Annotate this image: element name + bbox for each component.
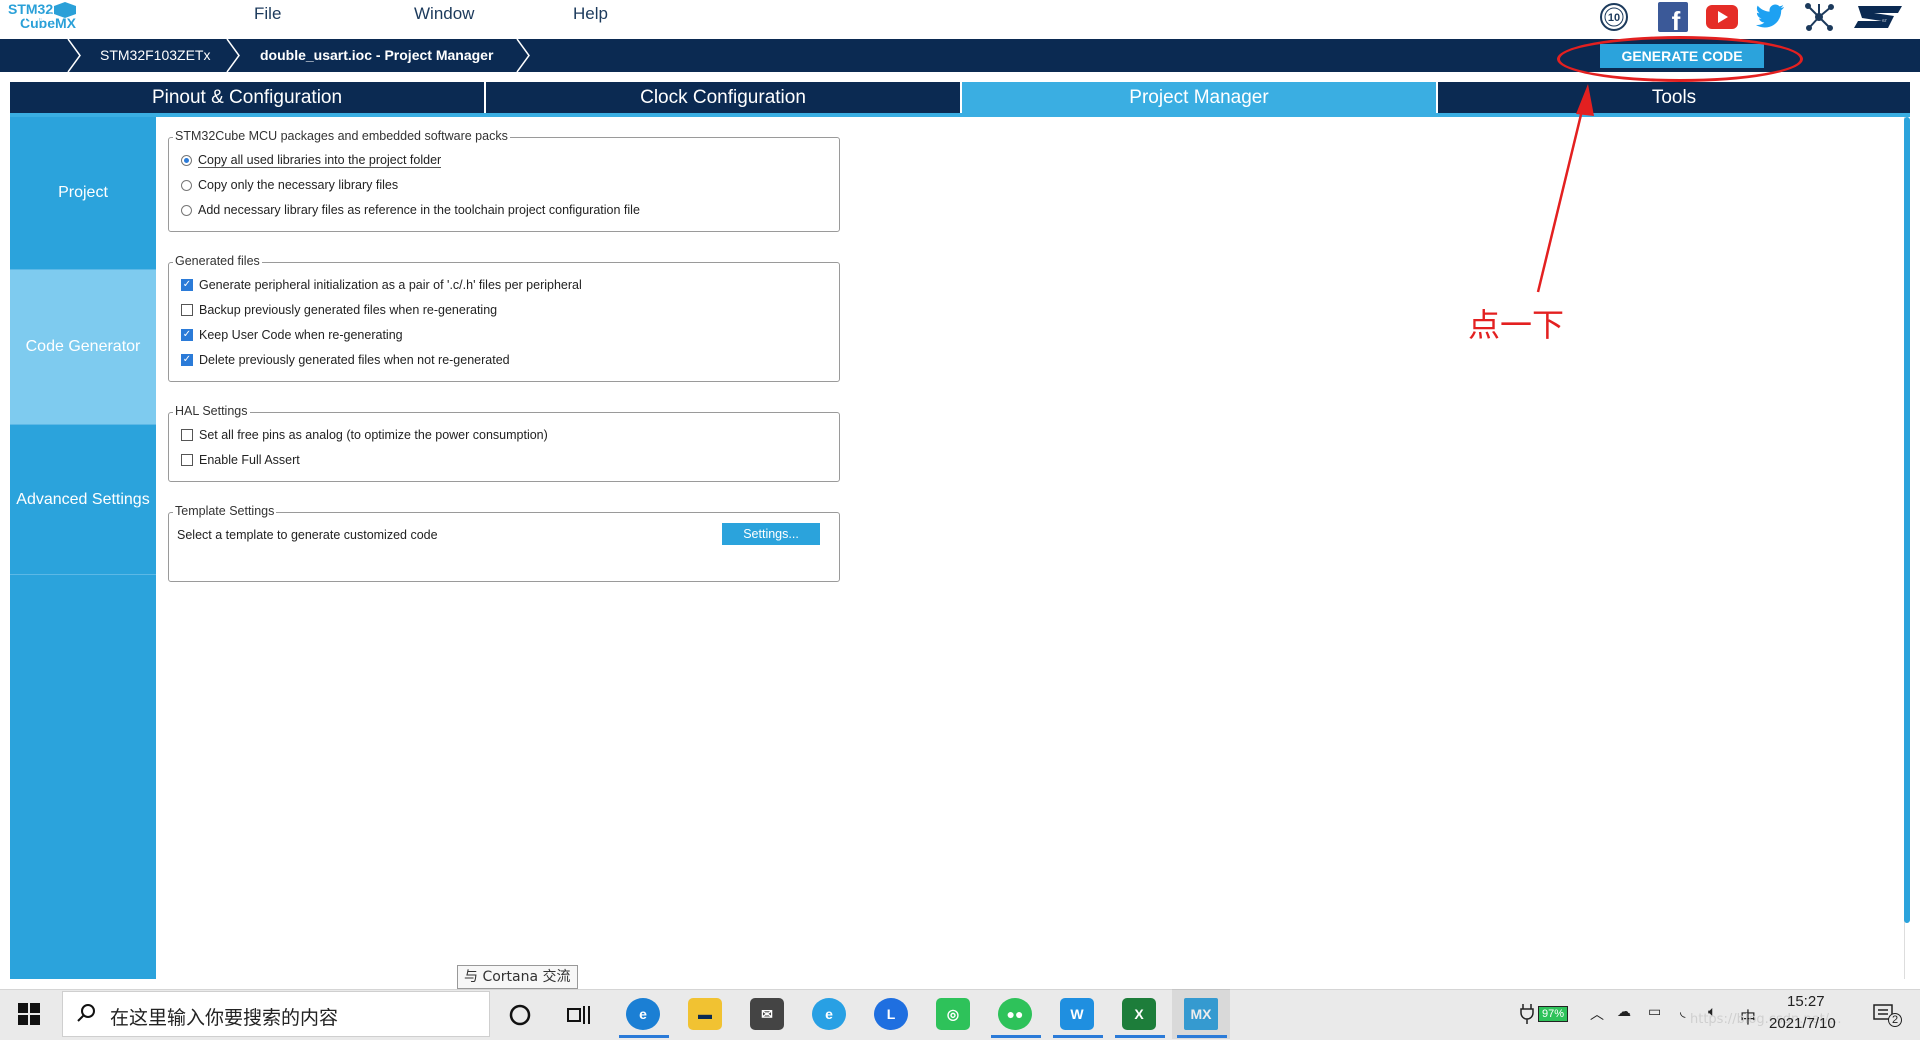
windows-start-icon[interactable] bbox=[18, 1003, 40, 1025]
checkbox-keep-user-code[interactable]: ✓ Keep User Code when re-generating bbox=[181, 328, 403, 342]
file-explorer-icon[interactable]: ▬ bbox=[688, 998, 722, 1030]
svg-text:f: f bbox=[1672, 6, 1681, 32]
mail-icon[interactable]: ✉ bbox=[750, 998, 784, 1030]
taskbar-active-indicator bbox=[1177, 1035, 1227, 1038]
breadcrumb-current[interactable]: double_usart.ioc - Project Manager bbox=[260, 39, 493, 72]
menu-window[interactable]: Window bbox=[414, 4, 474, 24]
option-label: Generate peripheral initialization as a … bbox=[199, 278, 582, 292]
checkbox-pair-c-h-files[interactable]: ✓ Generate peripheral initialization as … bbox=[181, 278, 582, 292]
group-title: Template Settings bbox=[173, 504, 277, 518]
taskbar-active-indicator bbox=[1115, 1035, 1165, 1038]
cortana-icon[interactable] bbox=[508, 1003, 532, 1027]
edge-icon[interactable]: e bbox=[626, 998, 660, 1030]
anniversary-badge-icon[interactable]: 10 bbox=[1598, 2, 1630, 32]
checkbox-checked-icon[interactable]: ✓ bbox=[181, 279, 193, 291]
annotation-arrow-icon bbox=[1536, 84, 1594, 293]
youtube-icon[interactable] bbox=[1706, 2, 1738, 32]
template-description: Select a template to generate customized… bbox=[177, 528, 438, 542]
group-title: STM32Cube MCU packages and embedded soft… bbox=[173, 129, 510, 143]
device-icon[interactable]: ▭ bbox=[1648, 1004, 1661, 1020]
option-label: Copy all used libraries into the project… bbox=[198, 153, 442, 168]
breadcrumb-chevron-icon bbox=[516, 39, 530, 72]
option-label: Backup previously generated files when r… bbox=[199, 303, 498, 317]
notification-icon[interactable]: 2 bbox=[1872, 1003, 1902, 1027]
sidebar-item-code-generator[interactable]: Code Generator bbox=[10, 270, 156, 424]
hal-settings-group: HAL Settings Set all free pins as analog… bbox=[168, 404, 840, 482]
option-label: Set all free pins as analog (to optimize… bbox=[199, 428, 548, 442]
checkbox-icon[interactable] bbox=[181, 429, 193, 441]
annotation-text: 点一下 bbox=[1468, 306, 1565, 344]
checkbox-icon[interactable] bbox=[181, 454, 193, 466]
radio-icon[interactable] bbox=[181, 204, 192, 216]
breadcrumb-home[interactable]: Home bbox=[17, 0, 54, 33]
breadcrumb-mcu[interactable]: STM32F103ZETx bbox=[100, 39, 210, 72]
menu-bar bbox=[0, 0, 1920, 39]
checkbox-checked-icon[interactable]: ✓ bbox=[181, 354, 193, 366]
generated-files-group: Generated files ✓ Generate peripheral in… bbox=[168, 254, 840, 382]
vertical-scrollbar[interactable] bbox=[1904, 117, 1910, 923]
template-settings-group: Template Settings Select a template to g… bbox=[168, 504, 840, 582]
facebook-icon[interactable]: f bbox=[1657, 2, 1689, 32]
onedrive-icon[interactable]: ☁ bbox=[1617, 1004, 1631, 1020]
tab-clock-configuration[interactable]: Clock Configuration bbox=[486, 82, 960, 113]
breadcrumb-chevron-icon bbox=[226, 39, 240, 72]
checkbox-free-pins-analog[interactable]: Set all free pins as analog (to optimize… bbox=[181, 428, 548, 442]
excel-icon[interactable]: X bbox=[1122, 998, 1156, 1030]
menu-file[interactable]: File bbox=[254, 4, 281, 24]
search-placeholder: 在这里输入你要搜索的内容 bbox=[110, 1007, 339, 1029]
wechat-icon[interactable]: ●● bbox=[998, 998, 1032, 1030]
checkbox-icon[interactable] bbox=[181, 304, 193, 316]
option-label: Enable Full Assert bbox=[199, 453, 300, 467]
checkbox-full-assert[interactable]: Enable Full Assert bbox=[181, 453, 300, 467]
radio-icon[interactable] bbox=[181, 179, 192, 191]
sidebar-item-project[interactable]: Project bbox=[10, 117, 156, 269]
template-settings-button[interactable]: Settings... bbox=[722, 523, 820, 545]
sidebar-item-advanced-settings[interactable]: Advanced Settings bbox=[10, 425, 156, 574]
notification-count: 2 bbox=[1888, 1013, 1902, 1027]
wechat-work-icon[interactable]: ◎ bbox=[936, 998, 970, 1030]
checkbox-checked-icon[interactable]: ✓ bbox=[181, 329, 193, 341]
radio-copy-necessary-libraries[interactable]: Copy only the necessary library files bbox=[181, 178, 398, 192]
chevron-up-icon[interactable]: ︿ bbox=[1590, 1004, 1604, 1024]
svg-text:ST: ST bbox=[1882, 18, 1888, 23]
option-label: Add necessary library files as reference… bbox=[198, 203, 640, 217]
group-title: Generated files bbox=[173, 254, 262, 268]
taskbar-active-indicator bbox=[619, 1035, 669, 1038]
sidebar-divider bbox=[10, 574, 156, 575]
option-label: Copy only the necessary library files bbox=[198, 178, 399, 192]
task-view-icon[interactable] bbox=[566, 1003, 592, 1027]
option-label: Keep User Code when re-generating bbox=[199, 328, 403, 342]
wps-icon[interactable]: W bbox=[1060, 998, 1094, 1030]
tab-pinout-configuration[interactable]: Pinout & Configuration bbox=[10, 82, 484, 113]
twitter-icon[interactable] bbox=[1754, 2, 1786, 32]
taskbar-active-indicator bbox=[991, 1035, 1041, 1038]
clock-date[interactable]: 2021/7/10 bbox=[1769, 1015, 1836, 1032]
battery-percent: 97% bbox=[1538, 1006, 1569, 1022]
checkbox-backup-files[interactable]: Backup previously generated files when r… bbox=[181, 303, 497, 317]
option-label: Delete previously generated files when n… bbox=[199, 353, 510, 367]
network-icon[interactable] bbox=[1803, 2, 1835, 32]
svg-text:10: 10 bbox=[1608, 12, 1620, 24]
wifi-icon[interactable]: ◟ bbox=[1680, 1004, 1685, 1020]
radio-copy-all-libraries[interactable]: Copy all used libraries into the project… bbox=[181, 153, 442, 168]
ie-icon[interactable]: e bbox=[812, 998, 846, 1030]
menu-help[interactable]: Help bbox=[573, 4, 608, 24]
cortana-tooltip: 与 Cortana 交流 bbox=[457, 965, 578, 989]
tab-project-manager[interactable]: Project Manager bbox=[962, 82, 1436, 113]
packages-group: STM32Cube MCU packages and embedded soft… bbox=[168, 129, 840, 232]
breadcrumb-chevron-icon bbox=[67, 39, 81, 72]
taskbar-selected-highlight bbox=[1172, 989, 1230, 1039]
search-icon bbox=[76, 1003, 96, 1023]
radio-selected-icon[interactable] bbox=[181, 155, 192, 166]
battery-icon[interactable]: 97% bbox=[1520, 1003, 1580, 1025]
lark-icon[interactable]: L bbox=[874, 998, 908, 1030]
checkbox-delete-previous-files[interactable]: ✓ Delete previously generated files when… bbox=[181, 353, 510, 367]
annotation-ellipse bbox=[1557, 36, 1803, 82]
radio-add-as-reference[interactable]: Add necessary library files as reference… bbox=[181, 203, 640, 217]
group-title: HAL Settings bbox=[173, 404, 250, 418]
st-logo-icon[interactable]: ST bbox=[1852, 2, 1908, 32]
clock-time[interactable]: 15:27 bbox=[1787, 993, 1825, 1010]
taskbar-active-indicator bbox=[1053, 1035, 1103, 1038]
